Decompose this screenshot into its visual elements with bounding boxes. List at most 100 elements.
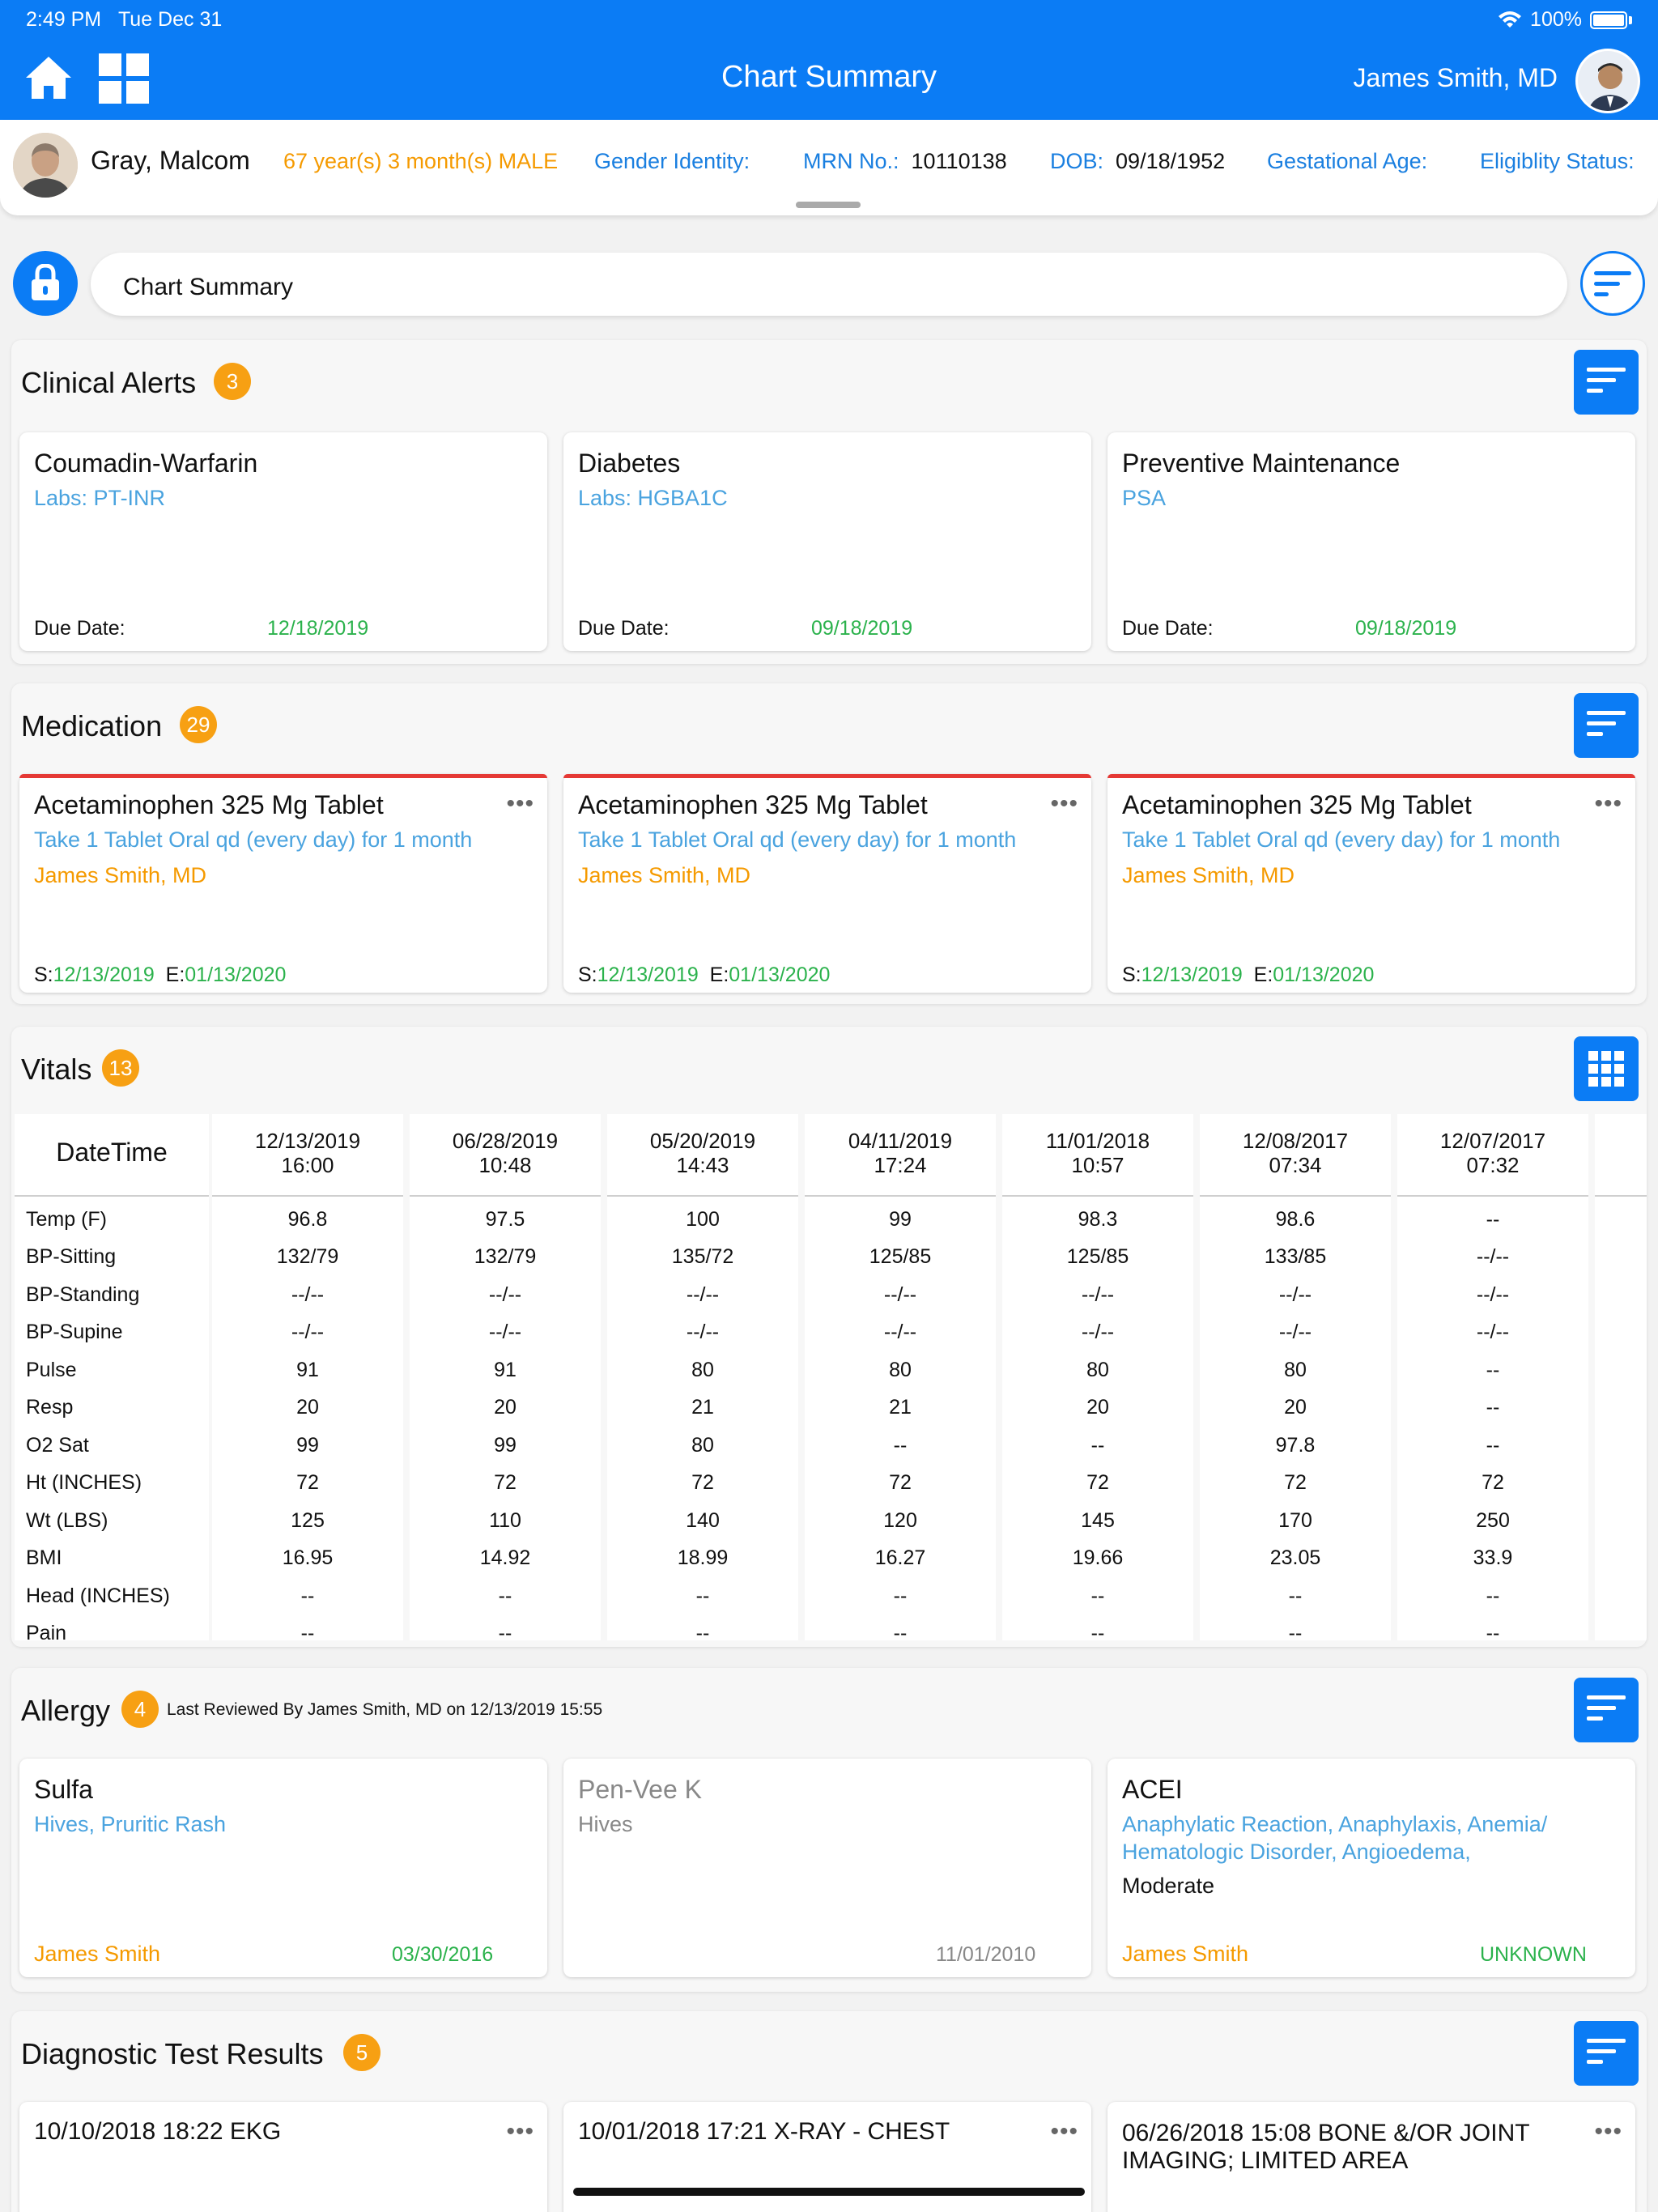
diagnostic-card[interactable]: 06/26/2018 15:08 BONE &/OR JOINT IMAGING…: [1107, 2102, 1635, 2212]
vitals-column-header: 1: [1595, 1114, 1647, 1192]
prescriber: James Smith, MD: [34, 863, 207, 887]
allergy-date: 03/30/2016: [392, 1943, 494, 1966]
vitals-cell: 80: [691, 1359, 714, 1381]
reviewed-by: James Smith: [1122, 1942, 1249, 1966]
status-stripe: [563, 774, 1091, 778]
vitals-cell: 16.95: [282, 1546, 334, 1569]
home-indicator[interactable]: [573, 2188, 1085, 2196]
wifi-icon: [1499, 11, 1522, 28]
vitals-row-label: BMI: [26, 1546, 62, 1569]
allergy-card[interactable]: Sulfa Hives, Pruritic Rash James Smith 0…: [19, 1759, 547, 1977]
alert-card[interactable]: Coumadin-Warfarin Labs: PT-INR Due Date:…: [19, 432, 547, 651]
vitals-cell: --: [695, 1585, 710, 1607]
vitals-time: 17:24: [874, 1153, 927, 1177]
more-options-icon[interactable]: •••: [1050, 2118, 1078, 2146]
allergy-status: UNKNOWN: [1480, 1943, 1587, 1966]
vitals-cell: 72: [296, 1471, 319, 1494]
lock-button[interactable]: [13, 251, 78, 316]
count-badge: 4: [121, 1691, 159, 1728]
alert-card[interactable]: Diabetes Labs: HGBA1C Due Date: 09/18/20…: [563, 432, 1091, 651]
vitals-label-column: DateTime Temp (F) BP-Sitting BP-Standing…: [15, 1114, 209, 1644]
vitals-cell: 125: [291, 1509, 325, 1532]
vitals-cell: 80: [889, 1359, 912, 1381]
vitals-cell: 125/85: [869, 1245, 932, 1268]
vitals-cell: --/--: [1081, 1283, 1115, 1306]
allergy-reaction: Anaphylatic Reaction, Anaphylaxis, Anemi…: [1122, 1812, 1548, 1836]
vitals-date-column[interactable]: 11/01/2018 10:57 98.3 125/85 --/-- --/-- 80 20 -…: [1002, 1114, 1193, 1644]
more-options-icon[interactable]: •••: [506, 790, 534, 818]
vitals-cell: --/--: [291, 1283, 325, 1306]
medication-name: Acetaminophen 325 Mg Tablet: [34, 790, 384, 819]
more-options-icon[interactable]: •••: [1594, 2118, 1622, 2146]
allergy-sort-button[interactable]: [1574, 1678, 1639, 1742]
medication-dates: S:12/13/2019 E:01/13/2020: [1122, 963, 1375, 986]
diagnostic-card[interactable]: 10/10/2018 18:22 EKG •••: [19, 2102, 547, 2212]
vitals-grid-view-button[interactable]: [1574, 1036, 1639, 1101]
search-input[interactable]: Chart Summary: [91, 253, 1567, 316]
doctor-avatar[interactable]: [1575, 49, 1640, 113]
status-right: 100%: [1498, 8, 1632, 32]
vitals-date: 12/13/2019: [254, 1129, 361, 1153]
vitals-cell: --/--: [1476, 1245, 1510, 1268]
due-date-label: Due Date:: [34, 617, 125, 640]
vitals-cell: 132/79: [276, 1245, 339, 1268]
vitals-row-label: Pulse: [26, 1359, 77, 1381]
vitals-cell: --: [1288, 1622, 1303, 1644]
vitals-cell: 110: [489, 1509, 521, 1532]
patient-avatar[interactable]: [13, 133, 78, 198]
vitals-cell: 80: [691, 1434, 714, 1457]
diagnostic-results-section: Diagnostic Test Results 5 10/10/2018 18:…: [11, 2011, 1647, 2212]
vitals-cell: --: [1486, 1622, 1500, 1644]
vitals-cell: 20: [1284, 1396, 1307, 1419]
vitals-cell: 99: [889, 1208, 912, 1231]
medication-sort-button[interactable]: [1574, 693, 1639, 758]
vitals-date-column[interactable]: 04/11/2019 17:24 99 125/85 --/-- --/-- 80 21 -- 7…: [805, 1114, 996, 1644]
test-title: 10/01/2018 17:21 X-RAY - CHEST: [578, 2118, 950, 2145]
alert-title: Preventive Maintenance: [1122, 449, 1401, 478]
due-date-value: 09/18/2019: [1355, 617, 1457, 640]
vitals-cell: 72: [889, 1471, 912, 1494]
vitals-date: 12/07/2017: [1439, 1129, 1546, 1153]
vitals-cell: 140: [686, 1509, 720, 1532]
eligibility-status-label: Eligiblity Status:: [1480, 149, 1635, 173]
vitals-cell: 170: [1278, 1509, 1312, 1532]
vitals-row-label: Head (INCHES): [26, 1585, 170, 1607]
vitals-cell: --: [1090, 1585, 1105, 1607]
vitals-date-column[interactable]: 05/20/2019 14:43 100 135/72 --/-- --/-- 80 21 80…: [607, 1114, 798, 1644]
section-title: Medication: [21, 709, 163, 742]
vitals-cell: --/--: [1278, 1283, 1312, 1306]
vitals-date-column[interactable]: 06/28/2019 10:48 97.5 132/79 --/-- --/-- 91 20 9…: [410, 1114, 601, 1644]
filter-button[interactable]: [1580, 251, 1645, 316]
vitals-cell: --/--: [488, 1283, 522, 1306]
top-bar: 2:49 PM Tue Dec 31 100% Chart Summary Ja…: [0, 0, 1658, 120]
vitals-cell: 33.9: [1473, 1546, 1513, 1569]
allergen-name: ACEI: [1122, 1775, 1183, 1804]
vitals-cell: --: [1486, 1585, 1500, 1607]
battery-icon: [1590, 11, 1627, 29]
prescriber: James Smith, MD: [1122, 863, 1295, 887]
medication-card[interactable]: Acetaminophen 325 Mg Tablet ••• Take 1 T…: [19, 774, 547, 993]
allergy-reaction: Hives: [578, 1812, 633, 1836]
diagnostic-sort-button[interactable]: [1574, 2021, 1639, 2086]
allergy-card[interactable]: ACEI Anaphylatic Reaction, Anaphylaxis, …: [1107, 1759, 1635, 1977]
status-time: 2:49 PM Tue Dec 31: [26, 8, 223, 31]
more-options-icon[interactable]: •••: [1594, 790, 1622, 818]
medication-sig: Take 1 Tablet Oral qd (every day) for 1 …: [1122, 827, 1561, 852]
allergy-card-inactive[interactable]: Pen-Vee K Hives 11/01/2010: [563, 1759, 1091, 1977]
vitals-cell: 18.99: [677, 1546, 729, 1569]
alerts-sort-button[interactable]: [1574, 350, 1639, 415]
medication-card[interactable]: Acetaminophen 325 Mg Tablet ••• Take 1 T…: [563, 774, 1091, 993]
vitals-column-header: 12/08/2017 07:34: [1200, 1114, 1391, 1192]
vitals-date-column[interactable]: 12/08/2017 07:34 98.6 133/85 --/-- --/-- 80 20 9…: [1200, 1114, 1391, 1644]
vitals-date-column[interactable]: 12/13/2019 16:00 96.8 132/79 --/-- --/-- 91 20 9…: [212, 1114, 403, 1644]
more-options-icon[interactable]: •••: [1050, 790, 1078, 818]
vitals-date: 06/28/2019: [452, 1129, 559, 1153]
banner-grabber-handle[interactable]: [796, 202, 861, 208]
alert-subtitle: PSA: [1122, 486, 1167, 510]
medication-card[interactable]: Acetaminophen 325 Mg Tablet ••• Take 1 T…: [1107, 774, 1635, 993]
alert-card[interactable]: Preventive Maintenance PSA Due Date: 09/…: [1107, 432, 1635, 651]
vitals-date-column[interactable]: 12/07/2017 07:32 -- --/-- --/-- --/-- -- -- -- 72…: [1397, 1114, 1588, 1644]
vitals-row-label: Ht (INCHES): [26, 1471, 142, 1494]
doctor-name[interactable]: James Smith, MD: [1354, 63, 1558, 93]
more-options-icon[interactable]: •••: [506, 2118, 534, 2146]
